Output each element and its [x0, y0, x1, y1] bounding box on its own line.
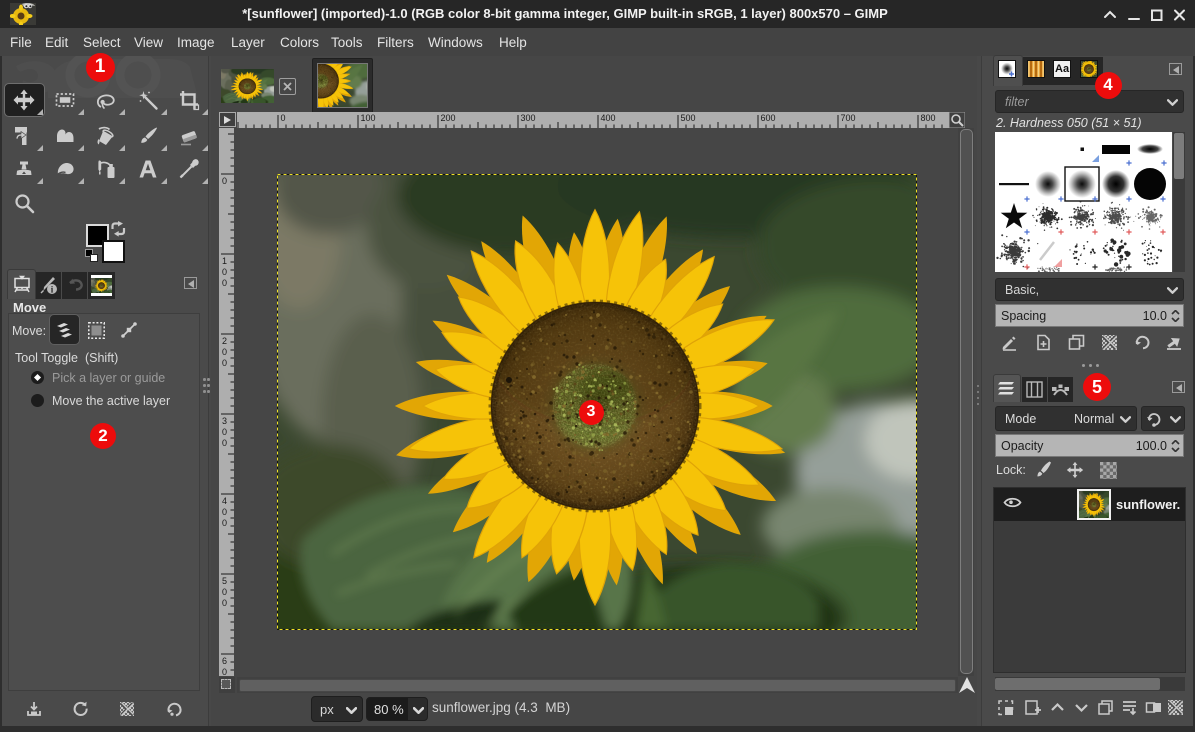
svg-text:200: 200: [441, 113, 456, 123]
svg-text:0: 0: [222, 176, 227, 186]
svg-text:5: 5: [222, 576, 227, 586]
svg-text:6: 6: [222, 656, 227, 666]
svg-text:0: 0: [222, 347, 227, 357]
svg-text:100: 100: [361, 113, 376, 123]
svg-text:300: 300: [521, 113, 536, 123]
svg-text:0: 0: [222, 358, 227, 368]
svg-text:3: 3: [222, 416, 227, 426]
svg-text:2: 2: [222, 336, 227, 346]
svg-text:800: 800: [921, 113, 936, 123]
svg-text:500: 500: [681, 113, 696, 123]
svg-text:0: 0: [222, 587, 227, 597]
svg-text:400: 400: [601, 113, 616, 123]
svg-text:0: 0: [222, 278, 227, 288]
svg-text:0: 0: [222, 427, 227, 437]
svg-text:0: 0: [281, 113, 286, 123]
svg-text:0: 0: [222, 438, 227, 448]
svg-text:600: 600: [761, 113, 776, 123]
svg-text:0: 0: [222, 518, 227, 528]
svg-text:0: 0: [222, 667, 227, 676]
svg-text:4: 4: [222, 496, 227, 506]
svg-text:700: 700: [841, 113, 856, 123]
svg-text:0: 0: [222, 598, 227, 608]
svg-text:0: 0: [222, 267, 227, 277]
svg-text:0: 0: [222, 507, 227, 517]
svg-text:1: 1: [222, 256, 227, 266]
